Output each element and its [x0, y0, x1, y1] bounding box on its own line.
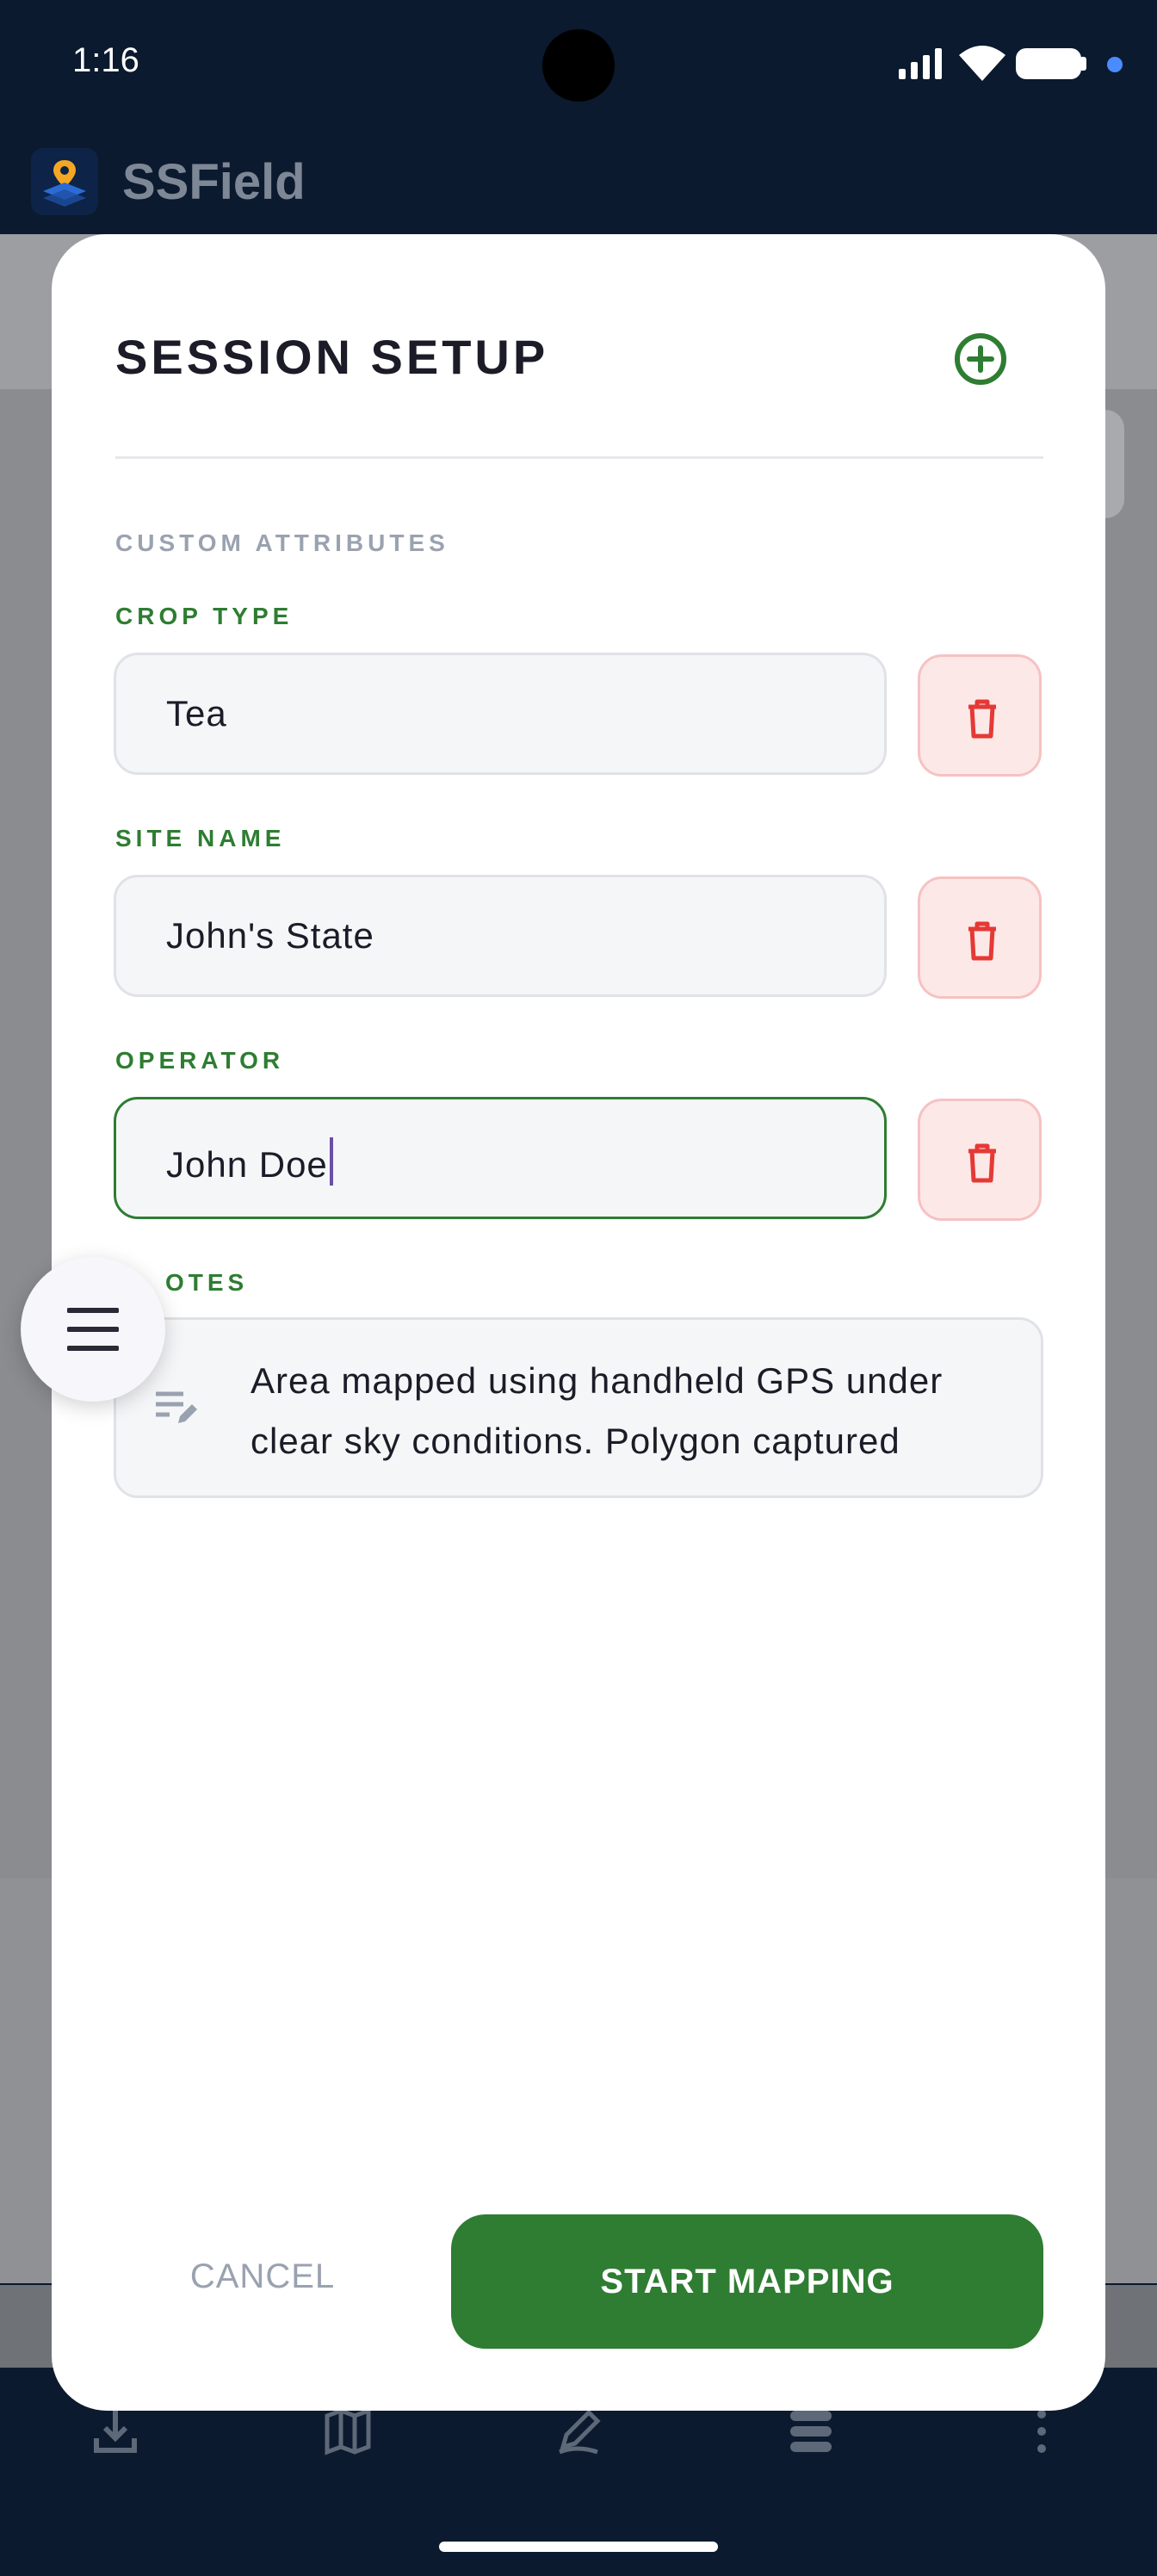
notification-dot-icon [1107, 57, 1123, 72]
cancel-button[interactable]: CANCEL [155, 2257, 370, 2296]
trash-icon [968, 1143, 996, 1183]
signal-icon [899, 48, 942, 79]
text-cursor [329, 1137, 333, 1186]
trash-icon [968, 699, 996, 739]
dialog-title: SESSION SETUP [115, 330, 549, 384]
notes-label: OTES [165, 1269, 249, 1296]
delete-operator-button[interactable] [918, 1099, 1042, 1221]
trash-icon [968, 921, 996, 961]
start-mapping-button[interactable]: START MAPPING [451, 2214, 1043, 2349]
notes-value: Area mapped using handheld GPS under cle… [251, 1360, 944, 1461]
section-label: CUSTOM ATTRIBUTES [115, 529, 449, 556]
delete-crop-type-button[interactable] [918, 654, 1042, 777]
start-mapping-label: START MAPPING [600, 2262, 894, 2300]
home-indicator[interactable] [439, 2542, 718, 2552]
wifi-icon [959, 46, 1005, 81]
delete-site-name-button[interactable] [918, 876, 1042, 999]
app-logo-icon [31, 148, 98, 215]
map-icon[interactable] [320, 2404, 375, 2459]
add-attribute-icon[interactable] [950, 329, 1011, 389]
map-side-panel [1105, 410, 1124, 518]
more-vert-icon[interactable] [1014, 2404, 1069, 2459]
hamburger-menu-icon [67, 1308, 119, 1351]
operator-value-wrap: John Doe [166, 1137, 333, 1186]
battery-icon [1016, 48, 1081, 79]
app-title: SSField [122, 154, 306, 210]
operator-input[interactable]: John Doe [114, 1097, 887, 1219]
crop-type-value: Tea [166, 693, 227, 734]
site-name-input[interactable]: John's State [114, 875, 887, 997]
camera-cutout [542, 29, 615, 102]
operator-value: John Doe [166, 1144, 328, 1185]
site-name-value: John's State [166, 915, 374, 956]
operator-label: OPERATOR [115, 1047, 285, 1074]
battery-tip [1081, 57, 1086, 71]
layers-icon[interactable] [783, 2404, 838, 2459]
dialog-divider [115, 456, 1043, 459]
menu-fab-button[interactable] [21, 1257, 165, 1402]
status-time: 1:16 [72, 41, 139, 79]
draw-icon[interactable] [551, 2404, 606, 2459]
notes-input[interactable]: Area mapped using handheld GPS under cle… [114, 1317, 1043, 1498]
crop-type-input[interactable]: Tea [114, 653, 887, 775]
site-name-label: SITE NAME [115, 825, 286, 851]
notes-edit-icon [156, 1391, 197, 1423]
download-icon[interactable] [88, 2404, 143, 2459]
crop-type-label: CROP TYPE [115, 603, 294, 629]
